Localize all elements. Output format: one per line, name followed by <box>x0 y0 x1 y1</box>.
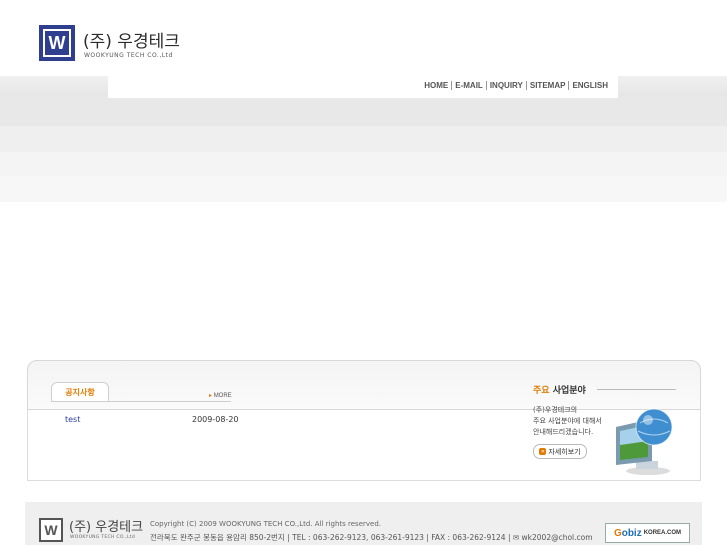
notice-item-date: 2009-08-20 <box>192 415 239 424</box>
business-detail-button[interactable]: » 자세히보기 <box>533 444 587 459</box>
business-desc-line: 안내해드리겠습니다. <box>533 428 594 436</box>
content-panel-top <box>27 360 701 410</box>
more-label: MORE <box>213 393 232 399</box>
header-band <box>0 126 727 152</box>
business-description: (주)우경테크의 주요 사업분야에 대해서 안내해드리겠습니다. <box>533 405 623 438</box>
gobiz-badge-sub: KOREA.COM <box>643 530 682 536</box>
nav-divider <box>525 81 527 90</box>
footer-logo-letter: W <box>44 522 58 538</box>
notice-more-link[interactable]: ▸ MORE <box>209 392 232 399</box>
footer-company-subtitle: WOOKYUNG TECH CO.,Ltd <box>70 535 135 540</box>
notice-tab[interactable]: 공지사항 <box>51 382 109 402</box>
business-title-divider <box>597 389 676 390</box>
gobiz-badge[interactable]: Gobiz KOREA.COM <box>605 523 690 543</box>
company-subtitle: WOOKYUNG TECH CO.,Ltd <box>84 52 173 59</box>
gobiz-badge-text: obiz <box>621 527 642 539</box>
nav-inquiry[interactable]: INQUIRY <box>490 81 523 90</box>
top-nav-bar: HOME E-MAIL INQUIRY SITEMAP ENGLISH <box>108 76 618 98</box>
notice-item-title[interactable]: test <box>65 415 80 424</box>
gobiz-badge-g: G <box>613 527 622 539</box>
arrow-right-icon: ▸ <box>209 393 213 399</box>
business-detail-label: 자세히보기 <box>548 447 581 456</box>
top-nav: HOME E-MAIL INQUIRY SITEMAP ENGLISH <box>424 81 608 90</box>
business-title: 주요 사업분야 <box>533 383 586 396</box>
company-name[interactable]: (주) 우경테크 <box>83 27 180 52</box>
nav-divider <box>485 81 487 90</box>
business-title-highlight: 주요 <box>533 386 550 396</box>
header-band <box>0 152 727 176</box>
nav-sitemap[interactable]: SITEMAP <box>530 81 566 90</box>
nav-divider <box>451 81 453 90</box>
business-title-rest: 사업분야 <box>549 386 586 396</box>
footer-copyright: Copyright (C) 2009 WOOKYUNG TECH CO.,Ltd… <box>150 520 381 528</box>
nav-english[interactable]: ENGLISH <box>572 81 608 90</box>
business-desc-line: (주)우경테크의 <box>533 406 578 414</box>
nav-email[interactable]: E-MAIL <box>455 81 483 90</box>
logo-letter: W <box>45 31 69 55</box>
header-band <box>0 96 727 126</box>
plus-icon: » <box>539 448 547 455</box>
nav-divider <box>568 81 570 90</box>
company-logo-icon[interactable]: W <box>39 25 75 61</box>
nav-home[interactable]: HOME <box>424 81 448 90</box>
business-desc-line: 주요 사업분야에 대해서 <box>533 417 602 425</box>
footer-company-name: (주) 우경테크 <box>69 520 144 535</box>
notice-divider <box>51 401 231 402</box>
header-band <box>0 176 727 202</box>
footer-address: 전라북도 완주군 봉동읍 용암리 850-2번지 | TEL : 063-262… <box>150 533 593 542</box>
globe-monitor-icon <box>616 408 673 475</box>
footer-logo-icon: W <box>39 518 63 542</box>
